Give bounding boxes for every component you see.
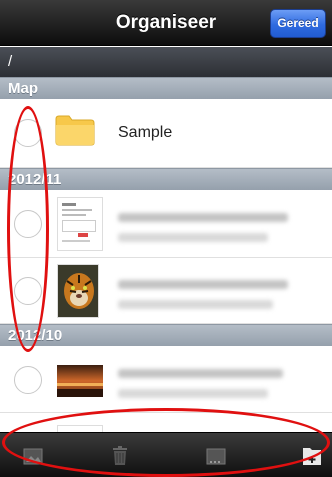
navigation-bar: Organiseer Gereed bbox=[0, 0, 332, 46]
path-bar: / bbox=[0, 47, 332, 77]
select-radio[interactable] bbox=[14, 119, 42, 147]
section-header-2012-10: 2012/10 bbox=[0, 324, 332, 346]
image-thumbnail bbox=[57, 365, 103, 397]
folder-icon bbox=[55, 115, 95, 146]
section-label: Map bbox=[8, 80, 38, 97]
section-header-2012-11: 2012/11 bbox=[0, 168, 332, 190]
rename-icon[interactable] bbox=[205, 444, 229, 468]
bottom-toolbar bbox=[0, 432, 332, 477]
section-header-map: Map bbox=[0, 77, 332, 99]
list-item-file[interactable] bbox=[0, 191, 332, 258]
blurred-filename bbox=[118, 213, 288, 222]
select-radio[interactable] bbox=[14, 366, 42, 394]
document-thumbnail bbox=[57, 197, 103, 251]
blurred-details bbox=[118, 233, 268, 242]
photo-icon[interactable] bbox=[22, 444, 46, 468]
folder-name: Sample bbox=[118, 124, 173, 141]
blurred-details bbox=[118, 300, 273, 309]
select-radio[interactable] bbox=[14, 277, 42, 305]
section-label: 2012/10 bbox=[8, 327, 63, 344]
blurred-filename bbox=[118, 369, 283, 378]
section-label: 2012/11 bbox=[8, 171, 62, 188]
trash-icon[interactable] bbox=[108, 444, 132, 468]
list-item-file[interactable] bbox=[0, 258, 332, 324]
list-item-file[interactable] bbox=[0, 413, 332, 433]
list-item-file[interactable] bbox=[0, 347, 332, 413]
done-button[interactable]: Gereed bbox=[270, 9, 326, 38]
path-label: / bbox=[8, 53, 13, 70]
image-thumbnail bbox=[57, 264, 99, 318]
new-folder-icon[interactable] bbox=[300, 444, 324, 468]
blurred-filename bbox=[118, 280, 288, 289]
list-item-folder[interactable]: Sample bbox=[0, 100, 332, 168]
blurred-details bbox=[118, 389, 268, 398]
select-radio[interactable] bbox=[14, 210, 42, 238]
